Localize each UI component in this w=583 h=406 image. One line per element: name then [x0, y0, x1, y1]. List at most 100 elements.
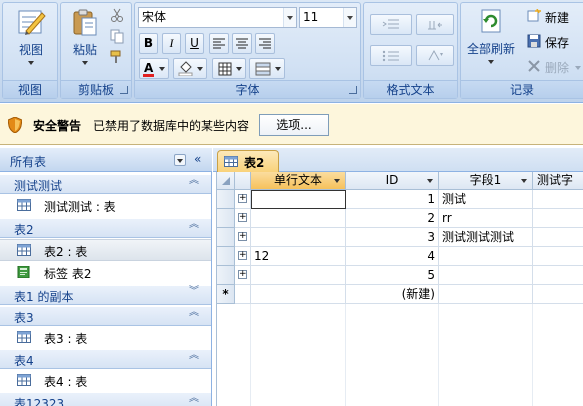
cell-single-line[interactable]	[251, 285, 346, 304]
cell-single-line[interactable]	[251, 228, 346, 247]
cell-id[interactable]: 3	[346, 228, 439, 247]
chevron-up-icon[interactable]: ︽	[189, 394, 199, 404]
clipboard-dialog-launcher-icon[interactable]	[120, 86, 128, 94]
bold-button[interactable]: B	[139, 33, 158, 54]
nav-group-header[interactable]: 表12323 ︽	[0, 392, 211, 406]
expand-plus-icon[interactable]: +	[238, 251, 247, 260]
cell-test-field[interactable]	[533, 285, 583, 304]
format-painter-icon[interactable]	[109, 49, 125, 65]
gridlines-dropdown-icon[interactable]	[236, 67, 242, 71]
cell-test-field[interactable]	[533, 266, 583, 285]
column-dropdown-icon[interactable]	[425, 175, 436, 186]
cell-test-field[interactable]	[533, 209, 583, 228]
underline-button[interactable]: U	[185, 33, 204, 54]
chevron-up-icon[interactable]: ︽	[189, 220, 199, 230]
font-name-dropdown-icon[interactable]	[283, 8, 296, 27]
navigation-pane-header[interactable]: 所有表 «	[0, 148, 212, 172]
copy-icon[interactable]	[109, 28, 125, 44]
bullets-button[interactable]	[370, 45, 412, 66]
nav-item-table-selected[interactable]: 表2 : 表	[0, 239, 211, 261]
row-selector[interactable]	[217, 266, 235, 285]
font-size-combo[interactable]: 11	[299, 7, 357, 28]
nav-group-header[interactable]: 表2 ︽	[0, 218, 211, 238]
fill-color-button[interactable]	[173, 58, 207, 79]
row-selector[interactable]	[217, 209, 235, 228]
shutter-collapse-icon[interactable]: «	[194, 152, 201, 166]
nav-item-report[interactable]: 标签 表2	[0, 262, 211, 284]
font-size-dropdown-icon[interactable]	[343, 8, 356, 27]
column-dropdown-icon[interactable]	[332, 175, 343, 186]
nav-group-header[interactable]: 表3 ︽	[0, 306, 211, 326]
rtl-button[interactable]	[416, 14, 454, 35]
expand-plus-icon[interactable]: +	[238, 270, 247, 279]
align-center-button[interactable]	[232, 33, 252, 54]
gridlines-button[interactable]	[212, 58, 246, 79]
cell-field1[interactable]: rr	[439, 209, 533, 228]
chevron-up-icon[interactable]: ︽	[189, 351, 199, 361]
cell-field1[interactable]: 测试测试测试	[439, 228, 533, 247]
alternate-fill-button[interactable]	[249, 58, 285, 79]
increase-indent-button[interactable]	[370, 14, 412, 35]
options-button[interactable]: 选项...	[259, 114, 329, 136]
cell-id[interactable]: 2	[346, 209, 439, 228]
column-header[interactable]: 测试字	[533, 172, 583, 190]
cell-field1[interactable]: 测试	[439, 190, 533, 209]
view-button[interactable]: 视图	[9, 7, 53, 65]
cell-test-field[interactable]	[533, 228, 583, 247]
cell-field1[interactable]	[439, 266, 533, 285]
nav-group-header[interactable]: 表4 ︽	[0, 349, 211, 369]
font-dialog-launcher-icon[interactable]	[349, 86, 357, 94]
expand-plus-icon[interactable]: +	[238, 194, 247, 203]
ribbon-group-records: 全部刷新 新建 保存 删除 记录	[460, 2, 583, 99]
column-header[interactable]: 字段1	[439, 172, 533, 190]
paste-button[interactable]: 粘贴	[65, 7, 105, 65]
chevron-up-icon[interactable]: ︽	[189, 308, 199, 318]
cell-single-line[interactable]: 12	[251, 247, 346, 266]
row-selector[interactable]	[217, 247, 235, 266]
align-left-button[interactable]	[209, 33, 229, 54]
nav-group-title: 表3	[14, 311, 34, 325]
nav-group-header[interactable]: 测试测试 ︽	[0, 174, 211, 194]
cell-field1[interactable]	[439, 247, 533, 266]
chevron-down-icon[interactable]: ︾	[189, 287, 199, 297]
row-selector[interactable]	[217, 228, 235, 247]
nav-item-table[interactable]: 表4 : 表	[0, 370, 211, 392]
cell-single-line[interactable]	[251, 209, 346, 228]
new-record-id-placeholder[interactable]: (新建)	[346, 285, 439, 304]
nav-item-label: 测试测试 : 表	[44, 200, 116, 214]
delete-dropdown-icon[interactable]	[575, 66, 581, 70]
cell-field1[interactable]	[439, 285, 533, 304]
chevron-up-icon[interactable]: ︽	[189, 176, 199, 186]
select-all-corner[interactable]	[217, 172, 235, 190]
cell-id[interactable]: 5	[346, 266, 439, 285]
expand-plus-icon[interactable]: +	[238, 213, 247, 222]
cell-test-field[interactable]	[533, 190, 583, 209]
view-dropdown-arrow-icon	[28, 61, 34, 65]
column-header[interactable]: ID	[346, 172, 439, 190]
fill-color-dropdown-icon[interactable]	[197, 67, 203, 71]
cell-single-line[interactable]	[251, 266, 346, 285]
cut-icon[interactable]	[109, 7, 125, 23]
font-color-button[interactable]: A	[139, 58, 169, 79]
cell-single-line[interactable]	[251, 190, 346, 209]
column-header[interactable]: 单行文本	[251, 172, 346, 190]
font-name-combo[interactable]: 宋体	[138, 7, 297, 28]
new-row-selector[interactable]: *	[217, 285, 235, 304]
italic-button[interactable]: I	[162, 33, 181, 54]
nav-item-table[interactable]: 表3 : 表	[0, 327, 211, 349]
nav-group-header[interactable]: 表1 的副本 ︾	[0, 285, 211, 305]
expand-plus-icon[interactable]: +	[238, 232, 247, 241]
nav-menu-dropdown-icon[interactable]	[174, 154, 186, 166]
refresh-all-button[interactable]: 全部刷新	[463, 7, 519, 64]
nav-item-table[interactable]: 测试测试 : 表	[0, 195, 211, 217]
cell-id[interactable]: 1	[346, 190, 439, 209]
align-right-button[interactable]	[255, 33, 275, 54]
document-tab[interactable]: 表2	[217, 150, 279, 172]
cell-test-field[interactable]	[533, 247, 583, 266]
alternate-fill-dropdown-icon[interactable]	[275, 67, 281, 71]
highlight-button[interactable]	[416, 45, 454, 66]
font-color-dropdown-icon[interactable]	[159, 67, 165, 71]
cell-id[interactable]: 4	[346, 247, 439, 266]
column-dropdown-icon[interactable]	[519, 175, 530, 186]
row-selector[interactable]	[217, 190, 235, 209]
